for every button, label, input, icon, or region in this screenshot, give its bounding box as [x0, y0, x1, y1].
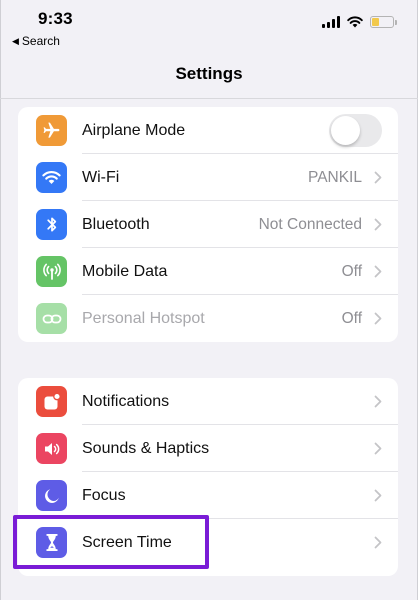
chevron-right-icon	[374, 171, 382, 184]
speaker-icon	[36, 433, 67, 464]
notifications-icon	[36, 386, 67, 417]
airplane-mode-toggle[interactable]	[329, 114, 382, 147]
settings-row-bluetooth[interactable]: Bluetooth Not Connected	[18, 201, 398, 248]
settings-row-mobile-data[interactable]: Mobile Data Off	[18, 248, 398, 295]
wifi-icon	[36, 162, 67, 193]
chevron-right-icon	[374, 312, 382, 325]
status-bar: 9:33 ◀ Search	[0, 0, 418, 52]
settings-row-wifi[interactable]: Wi-Fi PANKIL	[18, 154, 398, 201]
row-value: Off	[341, 262, 362, 280]
back-to-search-link[interactable]: ◀ Search	[12, 34, 60, 48]
settings-row-screen-time[interactable]: Screen Time	[18, 519, 398, 566]
hotspot-icon	[36, 303, 67, 334]
toggle-knob	[331, 116, 360, 145]
row-label: Wi-Fi	[82, 168, 120, 186]
battery-level	[372, 18, 379, 26]
row-value: Off	[341, 309, 362, 327]
settings-row-airplane-mode[interactable]: Airplane Mode	[18, 107, 398, 154]
row-value: PANKIL	[308, 168, 362, 186]
row-label: Personal Hotspot	[82, 309, 205, 327]
settings-row-focus[interactable]: Focus	[18, 472, 398, 519]
chevron-right-icon	[374, 395, 382, 408]
cellular-signal-icon	[322, 16, 340, 28]
row-label: Airplane Mode	[82, 121, 186, 139]
row-label: Bluetooth	[82, 215, 150, 233]
frame-edge-left	[0, 0, 1, 600]
chevron-right-icon	[374, 265, 382, 278]
row-value: Not Connected	[258, 215, 362, 233]
chevron-right-icon	[374, 218, 382, 231]
settings-row-sounds-haptics[interactable]: Sounds & Haptics	[18, 425, 398, 472]
row-label: Mobile Data	[82, 262, 168, 280]
hourglass-icon	[36, 527, 67, 558]
nav-divider	[0, 98, 418, 99]
settings-row-notifications[interactable]: Notifications	[18, 378, 398, 425]
airplane-icon	[36, 115, 67, 146]
battery-icon	[370, 16, 397, 28]
row-label: Notifications	[82, 392, 170, 410]
bluetooth-icon	[36, 209, 67, 240]
chevron-right-icon	[374, 442, 382, 455]
status-time: 9:33	[38, 9, 73, 28]
wifi-status-icon	[347, 16, 363, 28]
page-title: Settings	[175, 64, 243, 83]
settings-group-general: Notifications Sounds & Haptics Focus Scr…	[18, 378, 398, 576]
chevron-right-icon	[374, 536, 382, 549]
chevron-right-icon	[374, 489, 382, 502]
status-icons	[322, 16, 397, 28]
moon-icon	[36, 480, 67, 511]
back-triangle-icon: ◀	[12, 35, 19, 46]
settings-group-connectivity: Airplane Mode Wi-Fi PANKIL Bluetooth Not…	[18, 107, 398, 342]
row-label: Focus	[82, 486, 126, 504]
settings-row-personal-hotspot[interactable]: Personal Hotspot Off	[18, 295, 398, 342]
back-link-label: Search	[21, 34, 60, 48]
row-label: Screen Time	[82, 533, 172, 551]
row-label: Sounds & Haptics	[82, 439, 210, 457]
antenna-icon	[36, 256, 67, 287]
